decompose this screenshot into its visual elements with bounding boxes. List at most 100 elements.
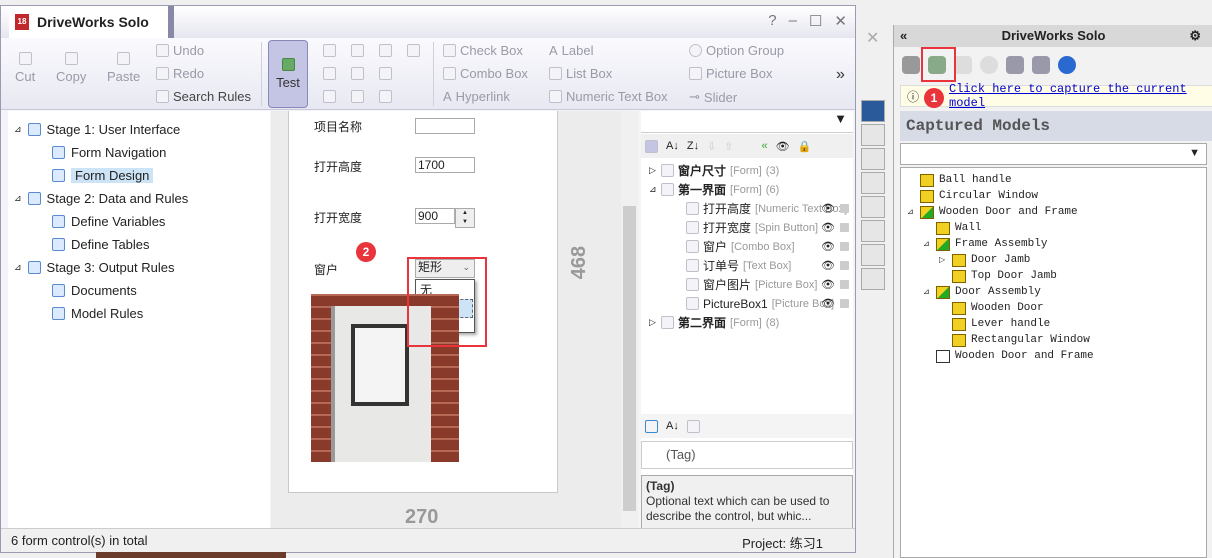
- minimize-button[interactable]: –: [789, 12, 797, 30]
- models-filter[interactable]: ▼: [900, 143, 1207, 165]
- list-box-tool[interactable]: List Box: [549, 66, 612, 81]
- tree-item-define-variables[interactable]: Define Variables: [52, 211, 165, 231]
- tab-order-icon[interactable]: [645, 139, 658, 153]
- align-left-icon[interactable]: [323, 44, 336, 57]
- home-icon[interactable]: [861, 124, 885, 146]
- collapse-all-icon[interactable]: «: [762, 140, 768, 152]
- capture-model-link[interactable]: Click here to capture the current model: [949, 82, 1212, 110]
- cut-button[interactable]: Cut: [15, 52, 35, 84]
- close-icon[interactable]: ✕: [866, 28, 879, 48]
- eye-icon[interactable]: 👁: [821, 278, 835, 291]
- lock-icon[interactable]: [840, 280, 849, 289]
- properties-list-icon[interactable]: [861, 244, 885, 266]
- eye-icon[interactable]: 👁: [821, 259, 835, 272]
- model-tree-item[interactable]: Wall: [923, 220, 981, 236]
- control-tree-item[interactable]: ▷ 窗户尺寸 [Form] (3): [641, 161, 853, 180]
- model-tree-item[interactable]: ⊿ Frame Assembly: [923, 236, 1047, 252]
- collapse-panel-button[interactable]: «: [900, 25, 907, 47]
- model-tree-item[interactable]: Wooden Door: [939, 300, 1044, 316]
- control-tree-item[interactable]: ⊿ 第一界面 [Form] (6): [641, 180, 853, 199]
- property-row-tag[interactable]: (Tag): [666, 447, 696, 462]
- open-width-input[interactable]: 900: [415, 208, 455, 224]
- tree-item-documents[interactable]: Documents: [52, 280, 137, 300]
- model-tree-item[interactable]: ⊿ Wooden Door and Frame: [907, 204, 1078, 220]
- categorized-icon[interactable]: [645, 419, 658, 433]
- spin-button[interactable]: ▲ ▼: [455, 208, 475, 228]
- sort-za-icon[interactable]: Z↓: [687, 140, 699, 152]
- lock-icon[interactable]: [840, 242, 849, 251]
- model-tree-item[interactable]: Ball handle: [907, 172, 1012, 188]
- model-tree-item[interactable]: ⊿ Door Assembly: [923, 284, 1041, 300]
- scrollbar-thumb[interactable]: [623, 206, 636, 511]
- maximize-button[interactable]: ☐: [809, 12, 822, 30]
- filter-bar[interactable]: ▼: [641, 111, 853, 133]
- lock-icon[interactable]: 🔒: [798, 140, 812, 153]
- align-bottom-icon[interactable]: [351, 90, 364, 103]
- save-icon[interactable]: [954, 56, 972, 74]
- generate-all-icon[interactable]: [1032, 56, 1050, 74]
- center-horizontal-icon[interactable]: [351, 67, 364, 80]
- align-top-icon[interactable]: [351, 44, 364, 57]
- control-tree-item[interactable]: 窗户 [Combo Box] 👁: [641, 237, 853, 256]
- lock-icon[interactable]: [840, 223, 849, 232]
- control-tree-item[interactable]: 窗户图片 [Picture Box] 👁: [641, 275, 853, 294]
- eye-icon[interactable]: 👁: [821, 297, 835, 310]
- more-controls-button[interactable]: »: [836, 66, 845, 84]
- sort-alpha-icon[interactable]: A↓: [666, 420, 679, 432]
- tree-item-form-design[interactable]: Form Design: [48, 165, 154, 185]
- same-height-icon[interactable]: [379, 67, 392, 80]
- tree-item-define-tables[interactable]: Define Tables: [52, 234, 150, 254]
- record-icon[interactable]: [861, 268, 885, 290]
- search-rules-button[interactable]: Search Rules: [156, 89, 251, 104]
- model-tree-item[interactable]: Top Door Jamb: [939, 268, 1057, 284]
- copy-button[interactable]: Copy: [56, 52, 86, 84]
- eye-icon[interactable]: 👁: [821, 202, 835, 215]
- lock-icon[interactable]: [840, 204, 849, 213]
- tree-item-stage-3[interactable]: ⊿ Stage 3: Output Rules: [14, 257, 174, 277]
- slider-tool[interactable]: ⊸ Slider: [689, 89, 737, 105]
- distribute-icon[interactable]: [407, 44, 420, 57]
- filter-icon[interactable]: ▼: [834, 111, 847, 126]
- view-palette-icon[interactable]: [861, 196, 885, 218]
- align-right-icon[interactable]: [323, 90, 336, 103]
- space-vertical-icon[interactable]: [379, 90, 392, 103]
- undo-button[interactable]: Undo: [156, 43, 204, 58]
- control-tree-item[interactable]: 打开高度 [Numeric Text Box] 👁: [641, 199, 853, 218]
- move-up-icon[interactable]: ⇧: [724, 140, 733, 153]
- close-button[interactable]: ✕: [834, 12, 847, 30]
- option-group-tool[interactable]: Option Group: [689, 43, 784, 58]
- control-tree-item[interactable]: 打开宽度 [Spin Button] 👁: [641, 218, 853, 237]
- control-tree-item[interactable]: PictureBox1 [Picture Box] 👁: [641, 294, 853, 313]
- eye-icon[interactable]: 👁: [821, 240, 835, 253]
- paste-button[interactable]: Paste: [107, 52, 140, 84]
- canvas-scrollbar[interactable]: [621, 111, 638, 529]
- tree-item-model-rules[interactable]: Model Rules: [52, 303, 143, 323]
- appearance-icon[interactable]: [861, 220, 885, 242]
- check-box-tool[interactable]: Check Box: [443, 43, 523, 58]
- model-tree-item[interactable]: ▷ Door Jamb: [939, 252, 1030, 268]
- eye-icon[interactable]: 👁: [776, 140, 790, 153]
- combo-box-tool[interactable]: Combo Box: [443, 66, 528, 81]
- filter-icon[interactable]: ▼: [1189, 147, 1200, 159]
- tree-item-stage-1[interactable]: ⊿ Stage 1: User Interface: [14, 119, 180, 139]
- center-vertical-icon[interactable]: [323, 67, 336, 80]
- refresh-icon[interactable]: [980, 56, 998, 74]
- open-height-input[interactable]: 1700: [415, 157, 475, 173]
- help-button[interactable]: ?: [768, 12, 776, 30]
- property-pages-icon[interactable]: [686, 419, 700, 433]
- sort-az-icon[interactable]: A↓: [666, 140, 679, 152]
- project-name-input[interactable]: [415, 118, 475, 134]
- lock-icon[interactable]: [840, 299, 849, 308]
- tree-item-stage-2[interactable]: ⊿ Stage 2: Data and Rules: [14, 188, 188, 208]
- tree-item-form-navigation[interactable]: Form Navigation: [52, 142, 166, 162]
- folder-icon[interactable]: [861, 172, 885, 194]
- eye-icon[interactable]: 👁: [821, 221, 835, 234]
- driveworks-tab-icon[interactable]: [861, 100, 885, 122]
- redo-button[interactable]: Redo: [156, 66, 204, 81]
- test-button[interactable]: Test: [268, 40, 308, 108]
- open-project-icon[interactable]: [902, 56, 920, 74]
- control-tree-item[interactable]: ▷ 第二界面 [Form] (8): [641, 313, 853, 332]
- label-tool[interactable]: A Label: [549, 43, 593, 58]
- numeric-text-box-tool[interactable]: Numeric Text Box: [549, 89, 668, 104]
- model-tree-item[interactable]: Wooden Door and Frame: [923, 348, 1094, 364]
